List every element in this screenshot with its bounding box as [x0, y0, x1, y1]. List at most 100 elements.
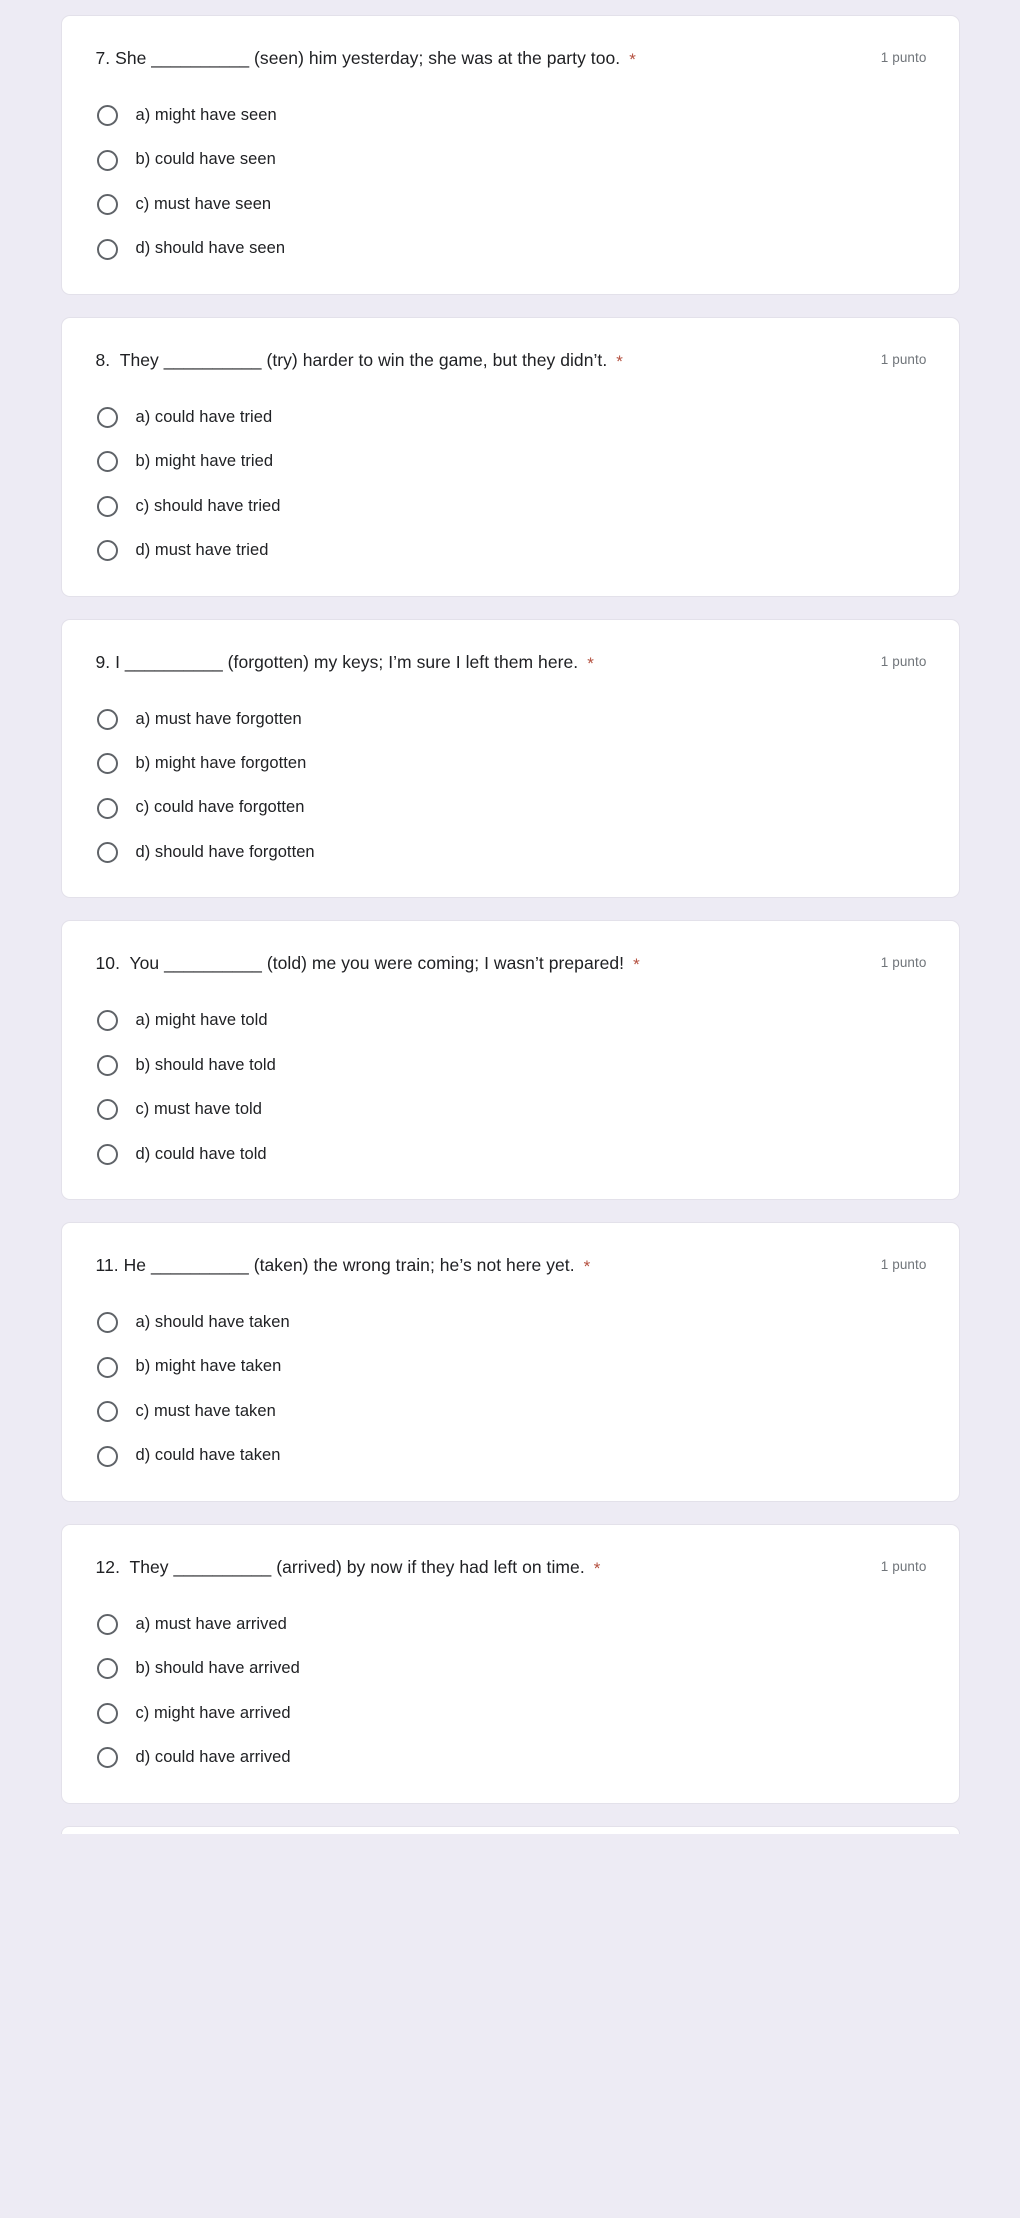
radio-unselected-icon[interactable]	[96, 1613, 118, 1635]
required-asterisk-icon: *	[583, 1257, 591, 1276]
question-title: 8. They __________ (try) harder to win t…	[95, 349, 608, 370]
radio-unselected-icon[interactable]	[96, 1010, 118, 1032]
option-label[interactable]: c) might have arrived	[136, 1703, 291, 1724]
question-title-wrap: 9. I __________ (forgotten) my keys; I’m…	[96, 650, 861, 675]
options-list: a) must have forgotten b) might have forg…	[94, 708, 927, 864]
radio-unselected-icon[interactable]	[96, 797, 118, 819]
question-title: 7. She __________ (seen) him yesterday; …	[95, 48, 621, 68]
radio-unselected-icon[interactable]	[96, 149, 118, 171]
radio-unselected-icon[interactable]	[96, 238, 118, 260]
option-label[interactable]: a) might have seen	[136, 105, 277, 126]
points-label: 1 punto	[880, 653, 927, 669]
option-row[interactable]: b) might have forgotten	[94, 753, 927, 775]
option-label[interactable]: a) must have arrived	[136, 1614, 287, 1635]
radio-unselected-icon[interactable]	[96, 1099, 118, 1121]
option-row[interactable]: b) could have seen	[94, 149, 927, 171]
radio-unselected-icon[interactable]	[96, 1658, 118, 1680]
radio-unselected-icon[interactable]	[96, 540, 118, 562]
radio-unselected-icon[interactable]	[96, 1747, 118, 1769]
option-row[interactable]: c) might have arrived	[94, 1702, 927, 1724]
option-label[interactable]: c) should have tried	[136, 496, 281, 517]
points-label: 1 punto	[880, 1257, 927, 1272]
option-row[interactable]: d) should have seen	[94, 238, 927, 260]
radio-unselected-icon[interactable]	[96, 842, 118, 864]
question-card: 8. They __________ (try) harder to win t…	[60, 316, 960, 597]
question-header: 11. He __________ (taken) the wrong trai…	[94, 1253, 927, 1287]
question-title-wrap: 10. You __________ (told) me you were co…	[96, 951, 861, 976]
option-label[interactable]: c) must have told	[136, 1099, 263, 1120]
option-row[interactable]: b) should have arrived	[94, 1658, 927, 1680]
options-list: a) might have told b) should have told c) …	[94, 1010, 927, 1165]
option-row[interactable]: b) should have told	[94, 1054, 927, 1076]
radio-unselected-icon[interactable]	[96, 451, 118, 473]
option-label[interactable]: d) could have told	[136, 1144, 267, 1165]
question-title: 10. You __________ (told) me you were co…	[95, 953, 625, 974]
radio-unselected-icon[interactable]	[96, 1356, 118, 1378]
question-card: 9. I __________ (forgotten) my keys; I’m…	[60, 618, 960, 899]
required-asterisk-icon: *	[593, 1558, 601, 1578]
option-label[interactable]: a) should have taken	[136, 1312, 290, 1333]
option-row[interactable]: a) must have arrived	[94, 1613, 927, 1635]
option-row[interactable]: a) must have forgotten	[94, 708, 927, 730]
option-label[interactable]: a) might have told	[136, 1010, 268, 1031]
radio-unselected-icon[interactable]	[96, 194, 118, 216]
option-label[interactable]: b) should have arrived	[136, 1658, 300, 1679]
option-label[interactable]: c) must have taken	[136, 1401, 276, 1422]
radio-unselected-icon[interactable]	[96, 495, 118, 517]
option-row[interactable]: d) must have tried	[94, 540, 927, 562]
question-title: 9. I __________ (forgotten) my keys; I’m…	[95, 651, 579, 672]
option-row[interactable]: a) might have seen	[94, 105, 927, 127]
option-label[interactable]: a) must have forgotten	[136, 709, 302, 730]
option-label[interactable]: d) should have forgotten	[136, 842, 315, 863]
option-label[interactable]: d) could have taken	[136, 1445, 281, 1466]
option-label[interactable]: d) should have seen	[136, 238, 286, 259]
option-row[interactable]: a) might have told	[94, 1010, 927, 1032]
option-label[interactable]: b) might have taken	[136, 1356, 282, 1377]
option-row[interactable]: c) must have seen	[94, 194, 927, 216]
question-card: 7. She __________ (seen) him yesterday; …	[60, 15, 960, 295]
option-row[interactable]: c) must have taken	[94, 1401, 927, 1423]
option-label[interactable]: b) could have seen	[136, 149, 276, 170]
option-label[interactable]: d) could have arrived	[136, 1747, 291, 1768]
options-list: a) might have seen b) could have seen c) m…	[94, 105, 927, 260]
option-row[interactable]: b) might have tried	[94, 451, 927, 473]
option-label[interactable]: c) could have forgotten	[136, 797, 305, 818]
options-list: a) could have tried b) might have tried c)…	[94, 406, 927, 562]
radio-unselected-icon[interactable]	[96, 1445, 118, 1467]
option-row[interactable]: a) could have tried	[94, 406, 927, 428]
question-title-wrap: 12. They __________ (arrived) by now if …	[96, 1555, 861, 1580]
option-label[interactable]: c) must have seen	[136, 194, 272, 215]
points-label: 1 punto	[880, 351, 927, 367]
question-header: 12. They __________ (arrived) by now if …	[94, 1555, 927, 1589]
radio-unselected-icon[interactable]	[96, 406, 118, 428]
option-row[interactable]: d) could have arrived	[94, 1747, 927, 1769]
radio-unselected-icon[interactable]	[96, 105, 118, 127]
option-row[interactable]: d) should have forgotten	[94, 842, 927, 864]
question-card: 12. They __________ (arrived) by now if …	[60, 1523, 960, 1804]
option-row[interactable]: b) might have taken	[94, 1356, 927, 1378]
next-question-card-partial	[60, 1825, 960, 1834]
radio-unselected-icon[interactable]	[96, 1702, 118, 1724]
option-label[interactable]: a) could have tried	[136, 407, 273, 428]
points-label: 1 punto	[880, 50, 927, 65]
question-card: 10. You __________ (told) me you were co…	[60, 920, 960, 1200]
question-title-wrap: 11. He __________ (taken) the wrong trai…	[96, 1253, 861, 1278]
option-row[interactable]: c) must have told	[94, 1099, 927, 1121]
radio-unselected-icon[interactable]	[96, 1401, 118, 1423]
option-row[interactable]: c) could have forgotten	[94, 797, 927, 819]
radio-unselected-icon[interactable]	[96, 1054, 118, 1076]
option-label[interactable]: b) might have forgotten	[136, 753, 307, 774]
option-label[interactable]: b) should have told	[136, 1055, 276, 1076]
radio-unselected-icon[interactable]	[96, 1312, 118, 1334]
option-row[interactable]: d) could have taken	[94, 1445, 927, 1467]
question-header: 7. She __________ (seen) him yesterday; …	[94, 46, 927, 80]
options-list: a) should have taken b) might have taken c…	[94, 1312, 927, 1467]
option-row[interactable]: c) should have tried	[94, 495, 927, 517]
option-row[interactable]: d) could have told	[94, 1143, 927, 1165]
option-row[interactable]: a) should have taken	[94, 1312, 927, 1334]
radio-unselected-icon[interactable]	[96, 753, 118, 775]
radio-unselected-icon[interactable]	[96, 1143, 118, 1165]
radio-unselected-icon[interactable]	[96, 708, 118, 730]
option-label[interactable]: b) might have tried	[136, 451, 274, 472]
option-label[interactable]: d) must have tried	[136, 540, 269, 561]
